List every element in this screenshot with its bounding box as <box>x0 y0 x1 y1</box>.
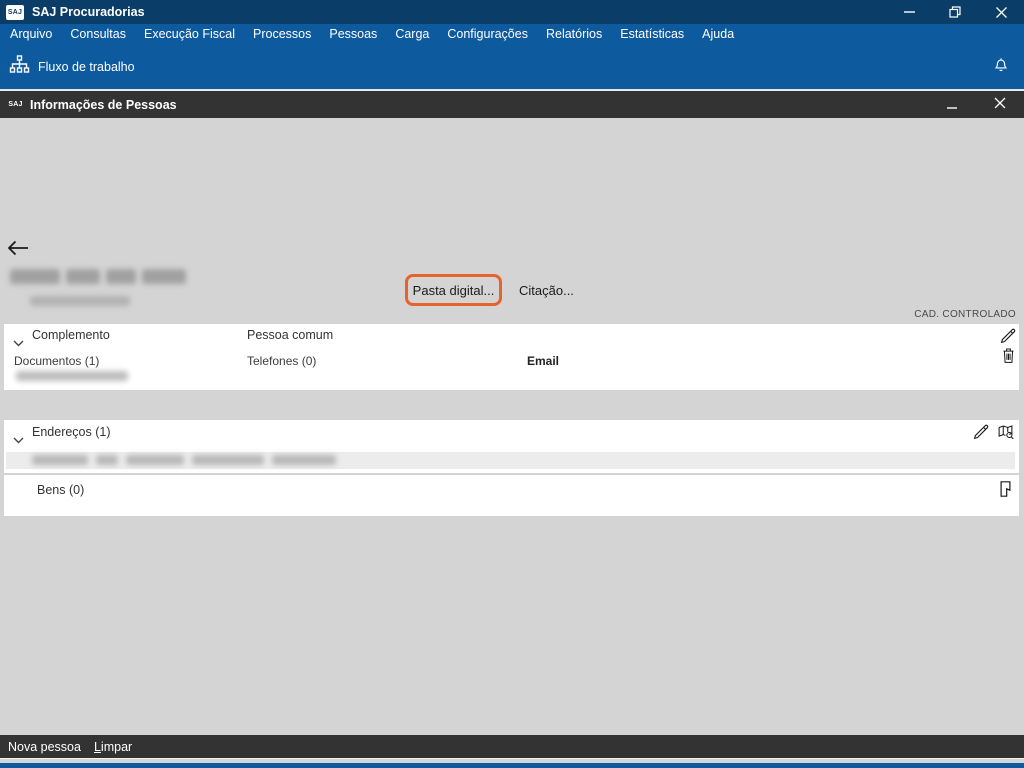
enderecos-panel: Endereços (1) <box>4 420 1019 473</box>
redacted-address-part <box>272 455 336 465</box>
email-label: Email <box>527 354 559 368</box>
minimize-icon <box>904 11 915 13</box>
chevron-down-icon[interactable] <box>13 431 24 449</box>
delete-person-button[interactable] <box>1001 347 1016 369</box>
close-icon <box>996 7 1007 18</box>
menu-arquivo[interactable]: Arquivo <box>1 24 61 44</box>
minimize-button[interactable] <box>886 0 932 24</box>
chevron-down-icon[interactable] <box>13 334 24 352</box>
app-title: SAJ Procuradorias <box>32 5 145 19</box>
torn-document-icon <box>999 484 1012 501</box>
redacted-text <box>66 269 100 284</box>
edit-endereco-button[interactable] <box>972 423 990 446</box>
toolbar: Fluxo de trabalho <box>0 44 1024 89</box>
menu-execucao-fiscal[interactable]: Execução Fiscal <box>135 24 244 44</box>
trash-icon <box>1001 351 1016 368</box>
child-close-button[interactable] <box>976 91 1024 118</box>
citacao-button[interactable]: Citação... <box>519 283 574 298</box>
redacted-subtext <box>30 296 130 306</box>
limpar-button[interactable]: Limpar <box>94 740 132 754</box>
documentos-label: Documentos (1) <box>14 354 99 368</box>
tipo-pessoa-value: Pessoa comum <box>247 328 333 342</box>
app-bottom-strip <box>0 763 1024 768</box>
redacted-text <box>142 269 186 284</box>
menu-processos[interactable]: Processos <box>244 24 320 44</box>
child-window-title: Informações de Pessoas <box>30 98 177 112</box>
saj-child-logo-icon: SAJ <box>7 98 24 112</box>
pasta-digital-button[interactable]: Pasta digital... <box>413 283 495 298</box>
close-button[interactable] <box>978 0 1024 24</box>
view-address-map-button[interactable] <box>996 423 1015 446</box>
pencil-icon <box>972 428 990 445</box>
minimize-icon <box>947 96 957 114</box>
workflow-button[interactable]: Fluxo de trabalho <box>9 55 135 78</box>
cadastro-controlado-badge: CAD. CONTROLADO <box>914 309 1016 320</box>
menu-bar: Arquivo Consultas Execução Fiscal Proces… <box>0 24 1024 44</box>
back-button[interactable] <box>7 240 33 260</box>
menu-carga[interactable]: Carga <box>386 24 438 44</box>
window-controls <box>886 0 1024 24</box>
menu-consultas[interactable]: Consultas <box>61 24 135 44</box>
complemento-section-title[interactable]: Complemento <box>32 328 110 342</box>
redacted-address-part <box>32 455 88 465</box>
bens-document-button[interactable] <box>999 481 1012 502</box>
nova-pessoa-button[interactable]: Nova pessoa <box>8 740 81 754</box>
app-titlebar: SAJ SAJ Procuradorias <box>0 0 1024 24</box>
redacted-address-part <box>96 455 118 465</box>
back-arrow-icon <box>7 240 29 261</box>
menu-configuracoes[interactable]: Configurações <box>438 24 537 44</box>
enderecos-section-title[interactable]: Endereços (1) <box>32 425 111 439</box>
menu-estatisticas[interactable]: Estatísticas <box>611 24 693 44</box>
bell-icon <box>992 55 1010 79</box>
close-icon <box>994 96 1006 114</box>
child-window-controls <box>928 91 1024 118</box>
footer-bar: Nova pessoa Limpar <box>0 735 1024 758</box>
redacted-text <box>10 269 60 284</box>
redacted-document-number <box>16 371 128 381</box>
complemento-panel: Complemento Pessoa comum Documentos (1) … <box>4 324 1019 390</box>
bens-section-title[interactable]: Bens (0) <box>37 483 84 497</box>
restore-button[interactable] <box>932 0 978 24</box>
redacted-address-part <box>126 455 184 465</box>
saj-app-logo-icon: SAJ <box>6 5 24 20</box>
org-chart-icon <box>9 55 30 78</box>
person-info-client-area: Pasta digital... Citação... CAD. CONTROL… <box>0 118 1024 735</box>
address-row[interactable] <box>6 452 1015 469</box>
menu-pessoas[interactable]: Pessoas <box>320 24 386 44</box>
menu-relatorios[interactable]: Relatórios <box>537 24 611 44</box>
pasta-digital-button-highlight: Pasta digital... <box>405 274 502 306</box>
redacted-address-part <box>192 455 264 465</box>
notifications-button[interactable] <box>992 55 1010 79</box>
map-search-icon <box>996 428 1015 445</box>
bens-panel: Bens (0) <box>4 475 1019 516</box>
restore-icon <box>949 6 961 18</box>
menu-ajuda[interactable]: Ajuda <box>693 24 743 44</box>
workflow-label: Fluxo de trabalho <box>38 60 135 74</box>
child-window-titlebar: SAJ Informações de Pessoas <box>0 91 1024 118</box>
child-minimize-button[interactable] <box>928 91 976 118</box>
telefones-label: Telefones (0) <box>247 354 316 368</box>
redacted-text <box>106 269 136 284</box>
